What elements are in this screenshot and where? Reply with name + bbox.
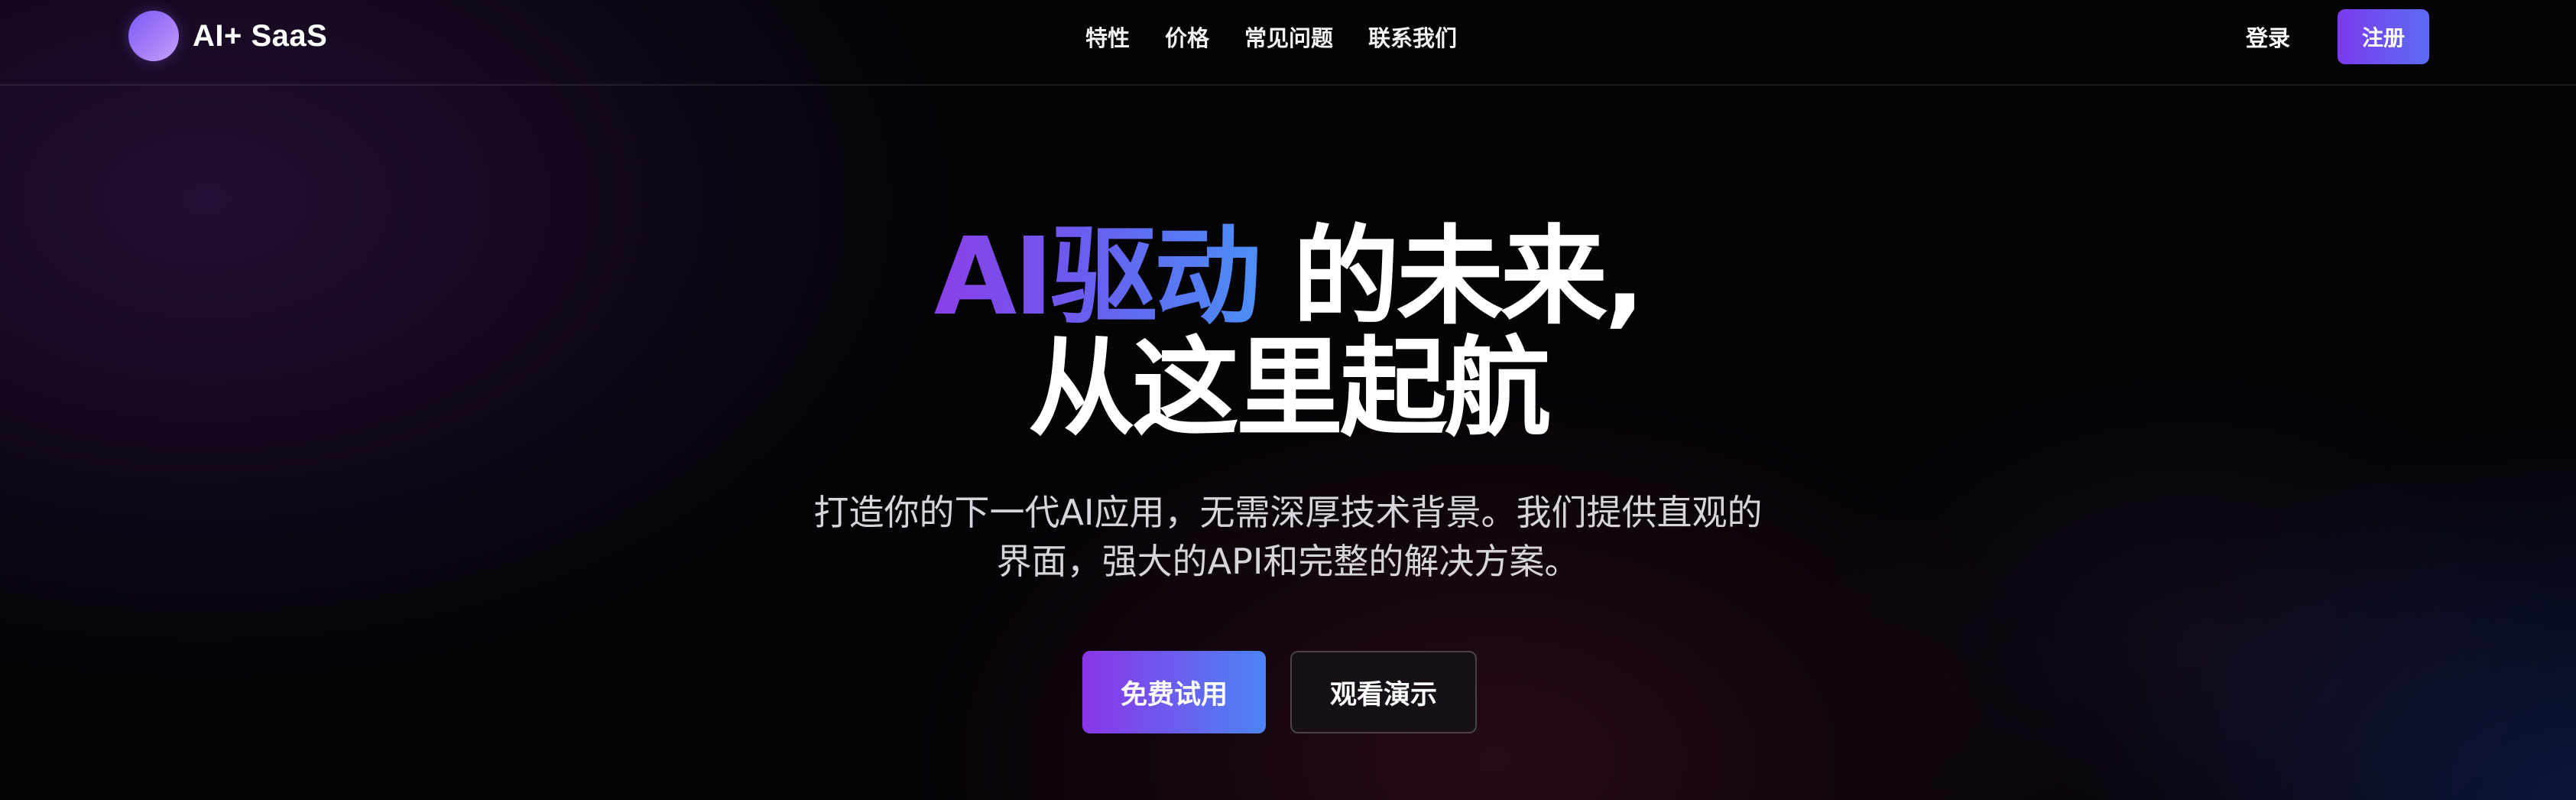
hero-title-line-2: 从这里起航 — [1027, 327, 1551, 451]
hero-subtitle-line-1: 打造你的下一代AI应用，无需深厚技术背景。我们提供直观的 — [813, 492, 1763, 533]
hero-title: AI驱动 的未来, 从这里起航 — [0, 222, 2576, 445]
login-link[interactable]: 登录 — [2246, 20, 2290, 54]
nav-link-contact[interactable]: 联系我们 — [1368, 21, 1457, 53]
main-nav: 特性 价格 常见问题 联系我们 — [1085, 20, 1457, 54]
brand[interactable]: AI+ SaaS — [128, 11, 327, 61]
hero-title-gradient: AI驱动 — [933, 215, 1261, 340]
hero-title-rest: 的未来, — [1293, 215, 1645, 340]
watch-demo-button[interactable]: 观看演示 — [1290, 651, 1477, 733]
nav-link-faq[interactable]: 常见问题 — [1244, 21, 1333, 53]
free-trial-button[interactable]: 免费试用 — [1082, 651, 1266, 733]
top-navbar: AI+ SaaS 特性 价格 常见问题 联系我们 登录 注册 — [0, 0, 2576, 86]
signup-button[interactable]: 注册 — [2338, 9, 2429, 64]
hero-subtitle: 打造你的下一代AI应用，无需深厚技术背景。我们提供直观的 界面，强大的API和完… — [753, 488, 1823, 586]
hero-title-line-1: AI驱动 的未来, — [0, 222, 2576, 333]
hero-subtitle-line-2: 界面，强大的API和完整的解决方案。 — [996, 541, 1580, 582]
nav-link-features[interactable]: 特性 — [1085, 21, 1130, 53]
nav-link-pricing[interactable]: 价格 — [1165, 21, 1209, 53]
brand-name: AI+ SaaS — [193, 18, 328, 53]
cta-row: 免费试用 观看演示 — [1082, 651, 1477, 733]
brand-logo-icon — [128, 11, 179, 61]
